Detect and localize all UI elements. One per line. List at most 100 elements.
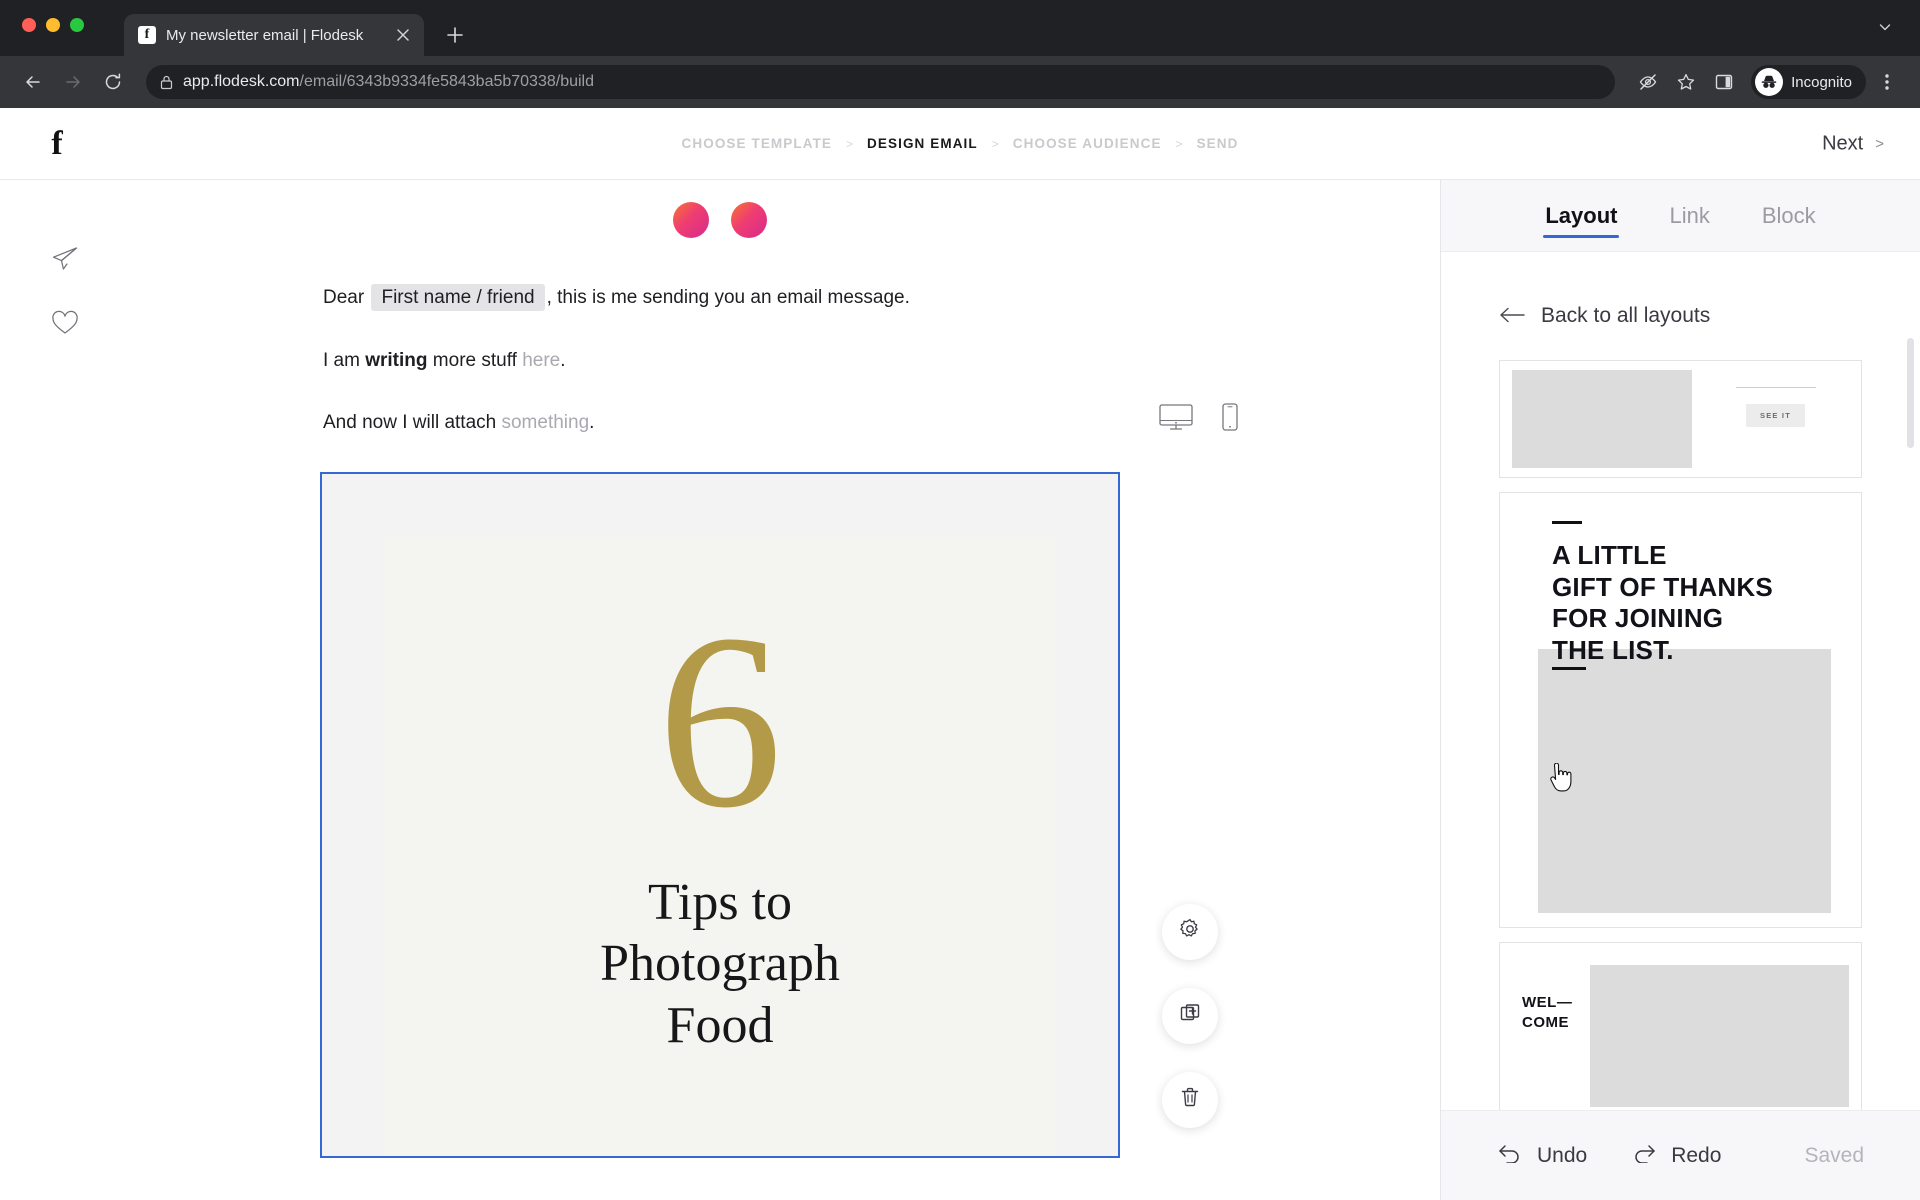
email-paragraph-1[interactable]: Dear First name / friend, this is me sen…	[320, 284, 1120, 313]
plus-icon[interactable]	[438, 18, 472, 52]
block-duplicate-button[interactable]	[1162, 987, 1218, 1044]
layout-card-headline: WEL— COME	[1522, 994, 1573, 1031]
address-bar-text: app.flodesk.com/email/6343b9334fe5843ba5…	[183, 73, 594, 91]
layout-image-placeholder	[1538, 649, 1831, 913]
tab-link[interactable]: Link	[1667, 180, 1711, 252]
paragraph-2-after: .	[560, 349, 566, 371]
forward-arrow-icon[interactable]	[56, 65, 90, 99]
layout-card-cta-button: SEE IT	[1746, 404, 1805, 427]
paragraph-2-middle: more stuff	[427, 349, 523, 371]
back-to-all-layouts-button[interactable]: Back to all layouts	[1499, 252, 1862, 360]
step-separator: >	[846, 136, 854, 151]
layout-card-headline-over-image[interactable]: A LITTLE GIFT OF THANKS FOR JOINING THE …	[1499, 492, 1862, 928]
paragraph-3-link[interactable]: something	[501, 412, 589, 433]
step-separator: >	[991, 136, 999, 151]
paper-plane-icon[interactable]	[48, 242, 82, 276]
undo-button[interactable]: Undo	[1497, 1143, 1587, 1169]
next-button[interactable]: Next >	[1822, 132, 1884, 155]
chevron-down-icon[interactable]	[1870, 12, 1900, 42]
window-maximize-button[interactable]	[70, 18, 84, 32]
right-panel: Layout Link Block Back to all layouts SE…	[1440, 180, 1920, 1200]
layout-card-headline: A LITTLE GIFT OF THANKS FOR JOINING THE …	[1552, 540, 1773, 666]
eye-slash-icon[interactable]	[1631, 65, 1665, 99]
layout-card-right-column: SEE IT	[1702, 387, 1849, 433]
email-paragraph-2[interactable]: I am writing more stuff here.	[320, 347, 1120, 376]
panel-footer: Undo Redo Saved	[1441, 1110, 1920, 1200]
paragraph-1-suffix: , this is me sending you an email messag…	[546, 287, 910, 308]
window-close-button[interactable]	[22, 18, 36, 32]
duplicate-icon	[1178, 1001, 1202, 1030]
step-design-email[interactable]: Design email	[867, 136, 978, 151]
browser-toolbar: app.flodesk.com/email/6343b9334fe5843ba5…	[0, 56, 1920, 108]
profile-label: Incognito	[1791, 73, 1852, 91]
left-arrow-icon	[1499, 305, 1525, 327]
trash-icon	[1178, 1085, 1202, 1114]
block-action-buttons	[1162, 903, 1218, 1128]
email-header-graphic	[320, 180, 1120, 238]
paragraph-3-before: And now I will attach	[323, 412, 502, 433]
address-bar[interactable]: app.flodesk.com/email/6343b9334fe5843ba5…	[146, 65, 1616, 99]
tab-layout[interactable]: Layout	[1543, 180, 1620, 252]
back-to-all-layouts-label: Back to all layouts	[1541, 304, 1711, 327]
divider	[1735, 387, 1816, 388]
email-paragraph-3[interactable]: And now I will attach something.	[320, 409, 1120, 438]
incognito-icon	[1755, 68, 1784, 96]
step-choose-template[interactable]: Choose template	[682, 136, 833, 151]
browser-tab[interactable]: f My newsletter email | Flodesk	[124, 14, 424, 56]
flodesk-f-icon: f	[138, 26, 156, 44]
paragraph-2-before: I am	[323, 349, 366, 371]
block-settings-button[interactable]	[1162, 903, 1218, 960]
image-numeral: 6	[657, 582, 783, 860]
email-content: Dear First name / friend, this is me sen…	[320, 238, 1218, 1158]
panel-content: Back to all layouts SEE IT A LITTLE GIFT…	[1441, 252, 1920, 1110]
image-block-artwork: 6 Tips to Photograph Food	[384, 535, 1056, 1156]
tab-block[interactable]: Block	[1760, 180, 1818, 252]
url-path: /email/6343b9334fe5843ba5b70338/build	[299, 73, 594, 90]
panel-scrollbar[interactable]	[1907, 338, 1914, 448]
canvas-left-rail	[48, 242, 82, 340]
url-host: app.flodesk.com	[183, 73, 300, 90]
star-icon[interactable]	[1669, 65, 1703, 99]
email-document: Dear First name / friend, this is me sen…	[320, 180, 1218, 1158]
flodesk-logo-icon[interactable]: f	[40, 124, 74, 164]
block-delete-button[interactable]	[1162, 1071, 1218, 1128]
merge-tag-first-name[interactable]: First name / friend	[371, 284, 545, 311]
three-dot-menu-icon[interactable]	[1870, 65, 1904, 99]
step-choose-audience[interactable]: Choose audience	[1013, 136, 1162, 151]
heart-icon[interactable]	[48, 306, 82, 340]
layout-card-label-left-image-right[interactable]: WEL— COME	[1499, 942, 1862, 1110]
chevron-right-icon: >	[1875, 135, 1884, 152]
editor-body: Dear First name / friend, this is me sen…	[0, 180, 1920, 1200]
step-breadcrumb: Choose template > Design email > Choose …	[682, 136, 1239, 151]
reload-icon[interactable]	[96, 65, 130, 99]
redo-button[interactable]: Redo	[1631, 1143, 1721, 1169]
paragraph-3-after: .	[589, 412, 595, 433]
device-preview-toggle	[1158, 402, 1240, 432]
paragraph-1-prefix: Dear	[323, 287, 365, 308]
divider	[1552, 521, 1582, 524]
lock-icon	[160, 75, 173, 90]
close-icon[interactable]	[392, 24, 414, 46]
paragraph-2-link[interactable]: here	[522, 350, 560, 371]
back-arrow-icon[interactable]	[16, 65, 50, 99]
step-separator: >	[1175, 136, 1183, 151]
selected-image-block[interactable]: 6 Tips to Photograph Food	[320, 471, 1218, 1158]
page-viewport: f Choose template > Design email > Choos…	[0, 108, 1920, 1200]
layout-card-image-left-button-right[interactable]: SEE IT	[1499, 360, 1862, 478]
layout-image-placeholder	[1512, 370, 1692, 468]
step-send[interactable]: Send	[1197, 136, 1239, 151]
profile-chip[interactable]: Incognito	[1751, 65, 1866, 99]
panel-tab-bar: Layout Link Block	[1441, 180, 1920, 252]
undo-icon	[1497, 1143, 1523, 1169]
app-header: f Choose template > Design email > Choos…	[0, 108, 1920, 180]
redo-label: Redo	[1671, 1143, 1722, 1167]
mobile-icon[interactable]	[1220, 402, 1240, 432]
divider	[1552, 666, 1586, 670]
decorative-circle	[731, 202, 767, 238]
desktop-icon[interactable]	[1158, 402, 1194, 432]
side-panel-icon[interactable]	[1707, 65, 1741, 99]
window-minimize-button[interactable]	[46, 18, 60, 32]
email-canvas: Dear First name / friend, this is me sen…	[0, 180, 1440, 1200]
browser-tab-title: My newsletter email | Flodesk	[166, 26, 364, 44]
layout-image-placeholder	[1590, 965, 1849, 1107]
